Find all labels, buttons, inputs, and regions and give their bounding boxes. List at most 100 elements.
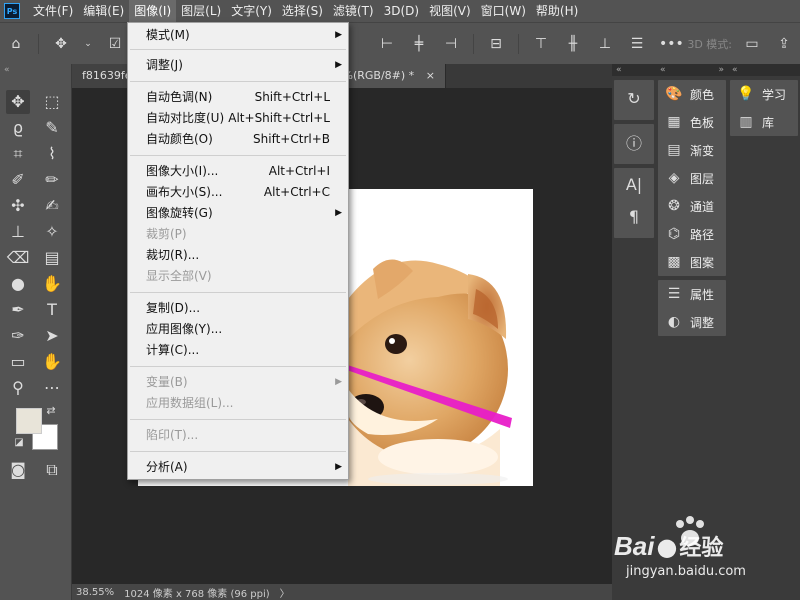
menu-item-canvas-size[interactable]: 画布大小(S)... Alt+Ctrl+C bbox=[128, 182, 348, 203]
menu-item-image-size[interactable]: 图像大小(I)... Alt+Ctrl+I bbox=[128, 161, 348, 182]
distribute-vertical-icon[interactable]: ☰ bbox=[627, 34, 647, 54]
gradient-tool-icon[interactable]: ▤ bbox=[40, 246, 64, 270]
character-icon[interactable]: A| bbox=[614, 168, 654, 200]
dodge-tool-icon[interactable]: ✋ bbox=[40, 272, 64, 296]
workspace-icon[interactable]: ▭ bbox=[742, 34, 762, 54]
library-icon: ▥ bbox=[739, 114, 753, 130]
collapse-icon[interactable]: « bbox=[732, 64, 738, 76]
menu-type[interactable]: 文字(Y) bbox=[226, 0, 277, 22]
menu-image[interactable]: 图像(I) bbox=[129, 0, 177, 22]
collapse-icon[interactable]: « bbox=[660, 64, 666, 76]
divider bbox=[518, 33, 519, 54]
menu-select[interactable]: 选择(S) bbox=[277, 0, 328, 22]
menu-edit[interactable]: 编辑(E) bbox=[78, 0, 129, 22]
menu-item-auto-tone[interactable]: 自动色调(N) Shift+Ctrl+L bbox=[128, 87, 348, 108]
panel-swatches[interactable]: ▦ 色板 bbox=[658, 108, 726, 136]
eyedropper-tool-icon[interactable]: ⌇ bbox=[40, 142, 64, 166]
align-middle-icon[interactable]: ╫ bbox=[563, 34, 583, 54]
art-history-icon[interactable]: ✧ bbox=[40, 220, 64, 244]
history-brush-icon[interactable]: ✍ bbox=[40, 194, 64, 218]
share-icon[interactable]: ⇪ bbox=[774, 34, 794, 54]
move-tool-icon[interactable]: ✥ bbox=[6, 90, 30, 114]
panel-channels[interactable]: ❂ 通道 bbox=[658, 192, 726, 220]
stamp-icon[interactable]: ⊥ bbox=[6, 220, 30, 244]
clone-stamp-icon[interactable]: ✣ bbox=[6, 194, 30, 218]
more-options-icon[interactable]: ••• bbox=[659, 34, 684, 54]
collapse-left-icon[interactable]: « bbox=[0, 64, 71, 76]
panel-gradients[interactable]: ▤ 渐变 bbox=[658, 136, 726, 164]
panel-layers[interactable]: ◈ 图层 bbox=[658, 164, 726, 192]
align-left-icon[interactable]: ⊢ bbox=[377, 34, 397, 54]
pen-tool-icon[interactable]: ✒ bbox=[6, 298, 30, 322]
path-select-icon[interactable]: ✑ bbox=[6, 324, 30, 348]
default-colors-icon[interactable]: ◪ bbox=[12, 436, 26, 450]
menu-filter[interactable]: 滤镜(T) bbox=[328, 0, 379, 22]
panel-color[interactable]: 🎨 颜色 bbox=[658, 80, 726, 108]
menu-3d[interactable]: 3D(D) bbox=[379, 0, 424, 22]
menu-item-trim[interactable]: 裁切(R)... bbox=[128, 245, 348, 266]
panel-adjustments[interactable]: ◐ 调整 bbox=[658, 308, 726, 336]
brush-tool-icon[interactable]: ✏ bbox=[40, 168, 64, 192]
type-tool-icon[interactable]: T bbox=[40, 298, 64, 322]
submenu-arrow-icon: ▶ bbox=[335, 60, 342, 70]
menu-item-apply-image[interactable]: 应用图像(Y)... bbox=[128, 319, 348, 340]
zoom-level[interactable]: 38.55% bbox=[76, 587, 114, 598]
panel-paths[interactable]: ⌬ 路径 bbox=[658, 220, 726, 248]
hand-tool-icon[interactable]: ✋ bbox=[40, 350, 64, 374]
align-center-icon[interactable]: ╪ bbox=[409, 34, 429, 54]
quick-select-tool-icon[interactable]: ✎ bbox=[40, 116, 64, 140]
blur-tool-icon[interactable]: ● bbox=[6, 272, 30, 296]
healing-brush-icon[interactable]: ✐ bbox=[6, 168, 30, 192]
panel-patterns[interactable]: ▩ 图案 bbox=[658, 248, 726, 276]
shape-tool-icon[interactable]: ▭ bbox=[6, 350, 30, 374]
quick-mask-icon[interactable]: ◙ bbox=[6, 458, 30, 482]
move-tool-icon[interactable]: ✥ bbox=[51, 34, 71, 54]
panel-libraries[interactable]: ▥ 库 bbox=[730, 108, 798, 136]
menu-window[interactable]: 窗口(W) bbox=[476, 0, 531, 22]
grid-icon: ▦ bbox=[667, 114, 681, 130]
menu-item-auto-contrast[interactable]: 自动对比度(U) Alt+Shift+Ctrl+L bbox=[128, 108, 348, 129]
menu-help[interactable]: 帮助(H) bbox=[531, 0, 583, 22]
align-top-icon[interactable]: ⊤ bbox=[531, 34, 551, 54]
menu-layer[interactable]: 图层(L) bbox=[176, 0, 226, 22]
marquee-tool-icon[interactable]: ⬚ bbox=[40, 90, 64, 114]
direct-select-icon[interactable]: ➤ bbox=[40, 324, 64, 348]
home-icon[interactable]: ⌂ bbox=[6, 34, 26, 54]
menu-file[interactable]: 文件(F) bbox=[28, 0, 78, 22]
paragraph-icon[interactable]: ¶ bbox=[614, 200, 654, 232]
menu-item-mode[interactable]: 模式(M) ▶ bbox=[128, 25, 348, 46]
foreground-color-swatch[interactable] bbox=[16, 408, 42, 434]
distribute-icon[interactable]: ⊟ bbox=[486, 34, 506, 54]
menu-separator bbox=[130, 292, 346, 293]
info-icon[interactable]: ⓘ bbox=[614, 124, 654, 160]
menu-separator bbox=[130, 451, 346, 452]
menu-item-analysis[interactable]: 分析(A) ▶ bbox=[128, 457, 348, 478]
menu-item-auto-color[interactable]: 自动颜色(O) Shift+Ctrl+B bbox=[128, 129, 348, 150]
screen-mode-icon[interactable]: ⧉ bbox=[40, 458, 64, 482]
chevron-down-icon[interactable]: ⌄ bbox=[83, 34, 93, 54]
more-tools-icon[interactable]: ⋯ bbox=[40, 376, 64, 400]
close-icon[interactable]: × bbox=[426, 69, 435, 82]
menu-item-adjustments[interactable]: 调整(J) ▶ bbox=[128, 55, 348, 76]
collapse-icon[interactable]: « bbox=[616, 64, 622, 76]
panel-properties[interactable]: ☰ 属性 bbox=[658, 280, 726, 308]
gradient-icon: ▤ bbox=[667, 142, 681, 158]
menu-item-image-rotation[interactable]: 图像旋转(G) ▶ bbox=[128, 203, 348, 224]
menu-item-duplicate[interactable]: 复制(D)... bbox=[128, 298, 348, 319]
tab-title: %(RGB/8#) * bbox=[342, 69, 415, 82]
lasso-tool-icon[interactable]: ϱ bbox=[6, 116, 30, 140]
history-icon[interactable]: ↻ bbox=[614, 80, 654, 116]
align-right-icon[interactable]: ⊣ bbox=[441, 34, 461, 54]
align-bottom-icon[interactable]: ⊥ bbox=[595, 34, 615, 54]
menu-view[interactable]: 视图(V) bbox=[424, 0, 476, 22]
auto-select-checkbox[interactable]: ☑ bbox=[105, 34, 125, 54]
eraser-tool-icon[interactable]: ⌫ bbox=[6, 246, 30, 270]
zoom-tool-icon[interactable]: ⚲ bbox=[6, 376, 30, 400]
panel-learn[interactable]: 💡 学习 bbox=[730, 80, 798, 108]
tab-document-active[interactable]: %(RGB/8#) * × bbox=[332, 64, 446, 88]
status-expand-icon[interactable]: 〉 bbox=[280, 585, 290, 600]
menu-item-calculations[interactable]: 计算(C)... bbox=[128, 340, 348, 361]
crop-tool-icon[interactable]: ⌗ bbox=[6, 142, 30, 166]
swap-colors-icon[interactable]: ⇄ bbox=[44, 404, 58, 418]
expand-icon[interactable]: » bbox=[718, 64, 724, 76]
